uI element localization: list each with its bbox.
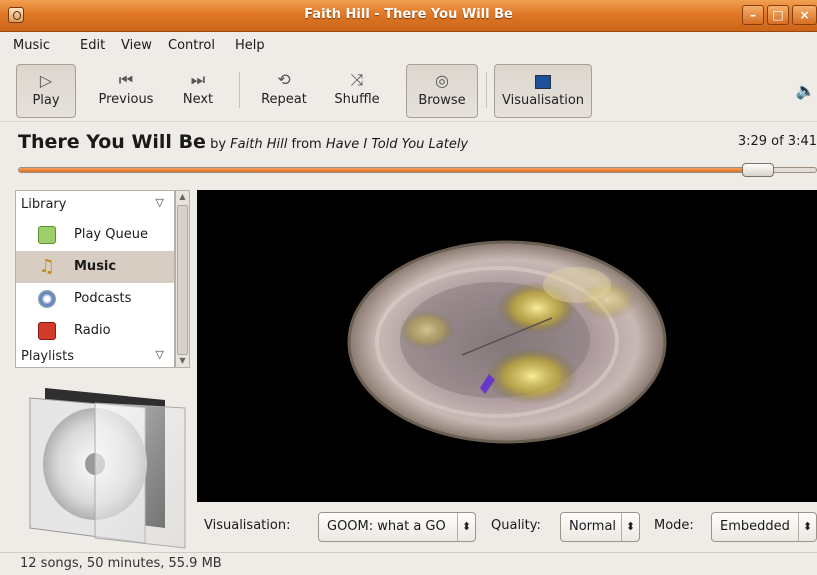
toolbar: ▷ Play ⏮ Previous ⏭ Next ⟲ Repeat ⤨ Shuf… (0, 60, 817, 122)
chevron-down-icon: ▽ (155, 196, 164, 209)
visualisation-icon (495, 71, 591, 91)
seek-bar-handle[interactable] (742, 163, 774, 177)
menubar: Music Edit View Control Help (0, 33, 817, 59)
scroll-down-arrow-icon[interactable]: ▼ (177, 355, 188, 367)
repeat-label: Repeat (261, 92, 307, 107)
now-playing: There You Will Be by Faith Hill from Hav… (18, 131, 468, 153)
previous-icon: ⏮ (118, 70, 134, 89)
menu-control[interactable]: Control (168, 38, 215, 53)
menu-edit[interactable]: Edit (80, 38, 105, 53)
toolbar-separator (239, 72, 240, 108)
library-label: Library (21, 197, 67, 212)
quality-label: Quality: (491, 518, 541, 533)
chevron-down-icon: ▽ (155, 348, 164, 361)
select-arrows-icon: ⬍ (457, 513, 475, 541)
quality-select-value: Normal (569, 519, 617, 534)
status-bar: 12 songs, 50 minutes, 55.9 MB (0, 552, 817, 575)
mode-label: Mode: (654, 518, 694, 533)
sidebar-item-play-queue[interactable]: Play Queue (16, 219, 174, 251)
cd-case-icon (29, 388, 186, 549)
repeat-icon: ⟲ (277, 70, 291, 89)
browse-icon: ◎ (435, 71, 449, 90)
sidebar-item-music[interactable]: ♫ Music (16, 251, 174, 283)
menu-help[interactable]: Help (235, 38, 265, 53)
browse-label: Browse (418, 93, 466, 108)
maximize-button[interactable]: □ (767, 5, 789, 25)
visualisation-select-value: GOOM: what a GO (327, 519, 446, 534)
previous-button[interactable]: ⏮ Previous (91, 64, 161, 118)
sidebar-item-label: Music (74, 259, 117, 274)
elapsed-time: 3:29 of 3:41 (737, 134, 817, 149)
sidebar-scrollbar[interactable]: ▲ ▼ (175, 190, 190, 368)
quality-select[interactable]: Normal ⬍ (560, 512, 640, 542)
mode-select[interactable]: Embedded ⬍ (711, 512, 817, 542)
sidebar-item-label: Podcasts (74, 291, 132, 306)
menu-music[interactable]: Music (13, 38, 50, 53)
playlists-label: Playlists (21, 349, 74, 364)
mode-select-value: Embedded (720, 519, 790, 534)
goom-visualisation-graphic (347, 240, 667, 444)
visualisation-select[interactable]: GOOM: what a GO ⬍ (318, 512, 476, 542)
sidebar-item-label: Radio (74, 323, 111, 338)
scroll-up-arrow-icon[interactable]: ▲ (177, 191, 188, 203)
status-text: 12 songs, 50 minutes, 55.9 MB (20, 556, 222, 571)
scrollbar-thumb[interactable] (177, 205, 188, 355)
minimize-button[interactable]: – (742, 5, 764, 25)
artist-name: Faith Hill (230, 137, 288, 152)
close-button[interactable]: × (792, 5, 817, 25)
album-art (15, 378, 190, 553)
select-arrows-icon: ⬍ (798, 513, 816, 541)
select-arrows-icon: ⬍ (621, 513, 639, 541)
podcast-icon (38, 290, 56, 308)
repeat-button[interactable]: ⟲ Repeat (254, 64, 314, 118)
song-title: There You Will Be (18, 131, 206, 153)
visualisation-display (197, 190, 817, 502)
play-queue-icon (38, 226, 56, 244)
music-icon: ♫ (38, 256, 56, 277)
sidebar-item-podcasts[interactable]: Podcasts (16, 283, 174, 315)
play-label: Play (32, 93, 60, 108)
next-icon: ⏭ (190, 70, 206, 89)
browse-button[interactable]: ◎ Browse (406, 64, 478, 118)
window-title: Faith Hill - There You Will Be (304, 7, 513, 22)
seek-bar[interactable] (18, 167, 817, 173)
title-bar: Faith Hill - There You Will Be – □ × (0, 0, 817, 32)
play-button[interactable]: ▷ Play (16, 64, 76, 118)
seek-bar-fill (19, 168, 773, 172)
shuffle-button[interactable]: ⤨ Shuffle (326, 64, 388, 118)
play-icon: ▷ (39, 71, 53, 90)
volume-button[interactable]: 🔈 (794, 64, 817, 118)
library-header[interactable]: Library ▽ (16, 191, 174, 217)
volume-icon: 🔈 (795, 81, 816, 100)
album-name: Have I Told You Lately (325, 137, 469, 152)
playlists-header[interactable]: Playlists ▽ (16, 343, 174, 369)
previous-label: Previous (98, 92, 154, 107)
source-list: Library ▽ Play Queue ♫ Music Podcasts Ra… (15, 190, 175, 368)
visualisation-label: Visualisation (501, 93, 585, 108)
shuffle-icon: ⤨ (350, 70, 364, 89)
shuffle-label: Shuffle (334, 92, 380, 107)
visualisation-type-label: Visualisation: (204, 518, 291, 533)
sidebar-item-label: Play Queue (74, 227, 148, 242)
visualisation-button[interactable]: Visualisation (494, 64, 592, 118)
menu-view[interactable]: View (121, 38, 152, 53)
by-text: by (210, 137, 227, 152)
radio-icon (38, 322, 56, 340)
toolbar-separator (486, 72, 487, 108)
from-text: from (291, 137, 322, 152)
next-label: Next (182, 92, 214, 107)
next-button[interactable]: ⏭ Next (173, 64, 223, 118)
